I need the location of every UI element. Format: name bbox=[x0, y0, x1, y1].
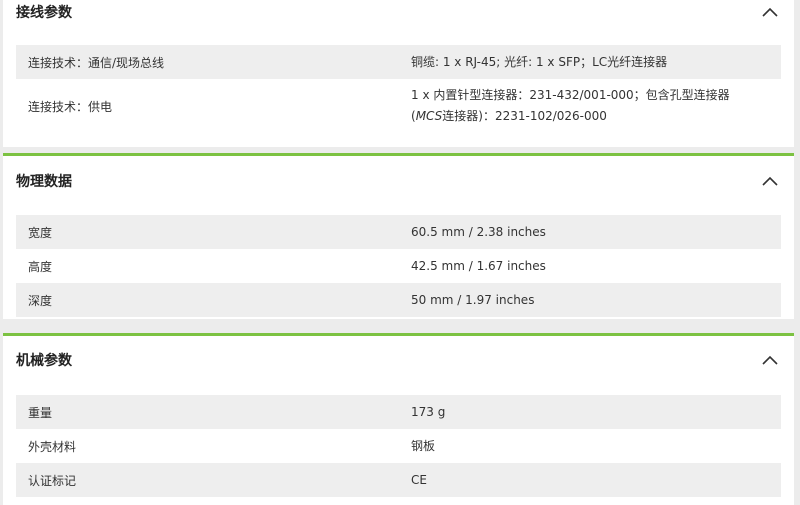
table-row: 深度 50 mm / 1.97 inches bbox=[16, 283, 781, 317]
row-value: 50 mm / 1.97 inches bbox=[411, 292, 535, 307]
section-physical-data: 物理数据 宽度 60.5 mm / 2.38 inches 高度 42.5 mm… bbox=[3, 153, 794, 319]
table-row: 高度 42.5 mm / 1.67 inches bbox=[16, 249, 781, 283]
section-wiring-parameters: 接线参数 连接技术：通信/现场总线 铜缆: 1 x RJ-45; 光纤: 1 x… bbox=[3, 0, 794, 147]
chevron-up-icon[interactable] bbox=[762, 355, 778, 365]
row-value: 1 x 内置针型连接器：231-432/001-000；包含孔型连接器 (MCS… bbox=[411, 85, 773, 127]
table-row: 认证标记 CE bbox=[16, 463, 781, 497]
section-title-physical: 物理数据 bbox=[16, 174, 72, 190]
row-label: 深度 bbox=[28, 293, 53, 308]
table-row: 宽度 60.5 mm / 2.38 inches bbox=[16, 215, 781, 249]
table-row: 外壳材料 钢板 bbox=[16, 429, 781, 463]
table-row: 重量 173 g bbox=[16, 395, 781, 429]
chevron-up-icon[interactable] bbox=[762, 7, 778, 17]
row-value: 钢板 bbox=[411, 438, 436, 453]
row-value-line1: 1 x 内置针型连接器：231-432/001-000；包含孔型连接器 bbox=[411, 88, 730, 102]
row-label: 认证标记 bbox=[28, 473, 77, 488]
section-header-physical[interactable]: 物理数据 bbox=[3, 156, 794, 206]
row-label: 重量 bbox=[28, 405, 53, 420]
spec-page: 接线参数 连接技术：通信/现场总线 铜缆: 1 x RJ-45; 光纤: 1 x… bbox=[0, 0, 800, 505]
wiring-rows: 连接技术：通信/现场总线 铜缆: 1 x RJ-45; 光纤: 1 x SFP；… bbox=[16, 45, 781, 133]
row-label: 连接技术：供电 bbox=[28, 99, 113, 114]
row-value-line2: (MCS连接器)：2231-102/026-000 bbox=[411, 106, 773, 127]
row-label: 宽度 bbox=[28, 225, 53, 240]
row-value: 173 g bbox=[411, 404, 446, 419]
section-title-wiring: 接线参数 bbox=[16, 5, 72, 21]
section-header-mechanical[interactable]: 机械参数 bbox=[3, 336, 794, 384]
section-title-mechanical: 机械参数 bbox=[16, 353, 72, 369]
row-value-line2-rest: 连接器)：2231-102/026-000 bbox=[442, 109, 607, 123]
row-label: 外壳材料 bbox=[28, 439, 77, 454]
row-value: 铜缆: 1 x RJ-45; 光纤: 1 x SFP；LC光纤连接器 bbox=[411, 54, 668, 69]
section-header-wiring[interactable]: 接线参数 bbox=[3, 0, 794, 24]
row-label: 连接技术：通信/现场总线 bbox=[28, 55, 165, 70]
table-row: 连接技术：供电 1 x 内置针型连接器：231-432/001-000；包含孔型… bbox=[16, 79, 781, 133]
row-label: 高度 bbox=[28, 259, 53, 274]
table-row: 连接技术：通信/现场总线 铜缆: 1 x RJ-45; 光纤: 1 x SFP；… bbox=[16, 45, 781, 79]
section-mechanical-parameters: 机械参数 重量 173 g 外壳材料 钢板 认证标记 CE bbox=[3, 333, 794, 505]
row-value: 60.5 mm / 2.38 inches bbox=[411, 224, 546, 239]
physical-rows: 宽度 60.5 mm / 2.38 inches 高度 42.5 mm / 1.… bbox=[16, 215, 781, 317]
mechanical-rows: 重量 173 g 外壳材料 钢板 认证标记 CE bbox=[16, 395, 781, 497]
row-value: CE bbox=[411, 472, 427, 487]
row-value: 42.5 mm / 1.67 inches bbox=[411, 258, 546, 273]
row-value-line2-italic: MCS bbox=[415, 109, 443, 123]
chevron-up-icon[interactable] bbox=[762, 176, 778, 186]
